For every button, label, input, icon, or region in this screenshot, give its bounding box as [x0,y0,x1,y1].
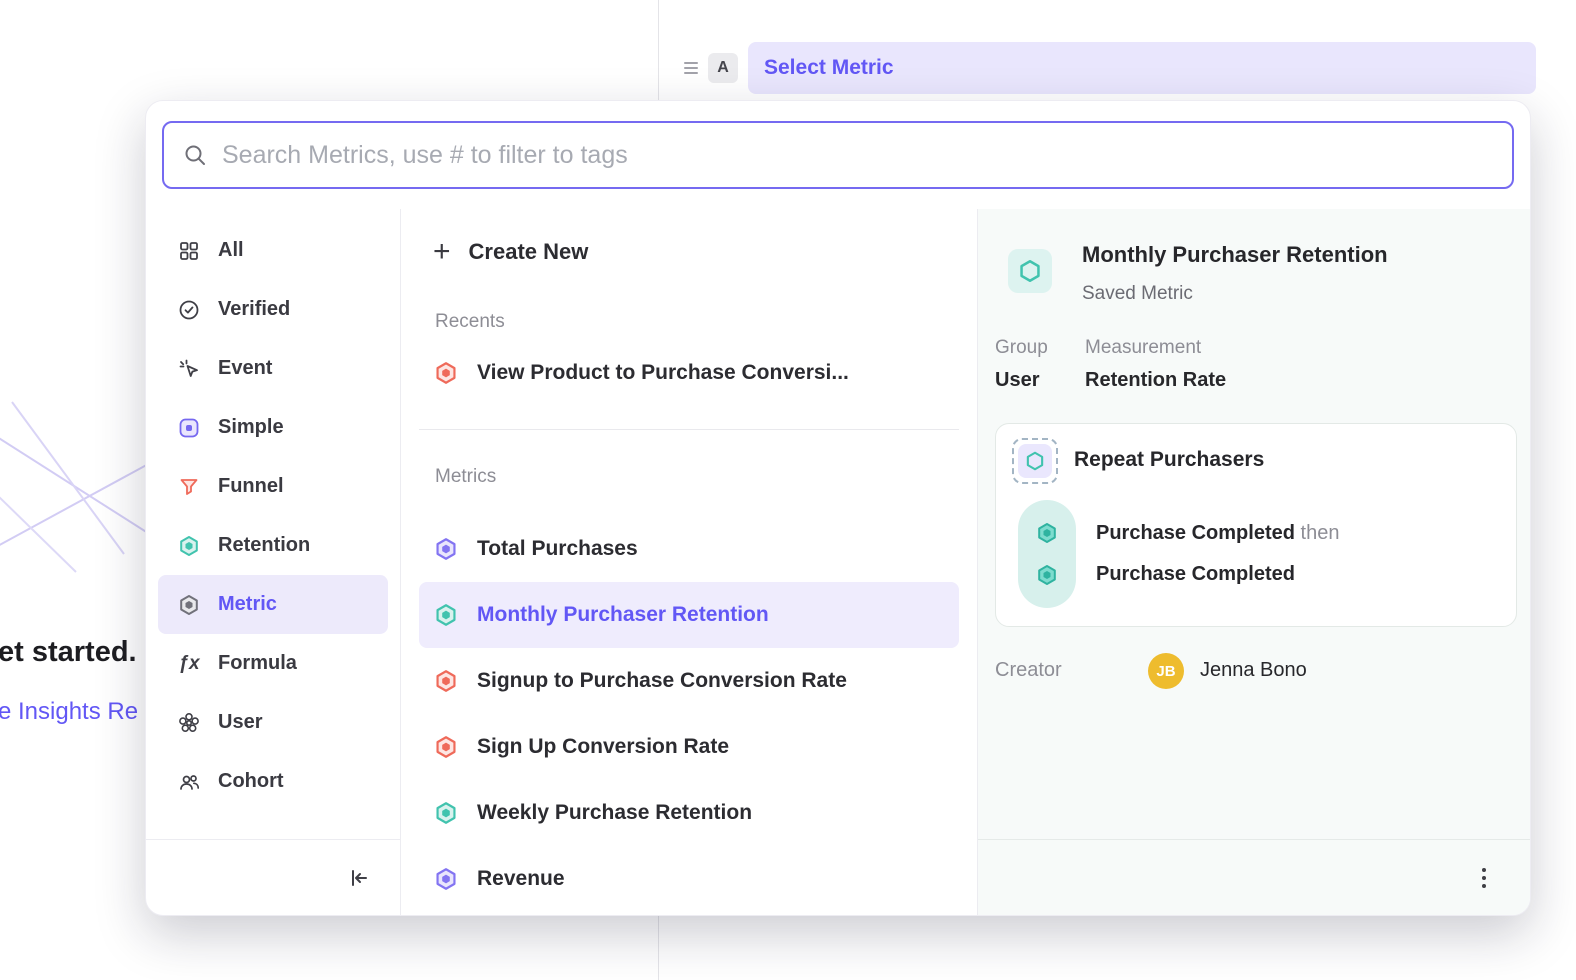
metrics-header: Metrics [435,466,959,488]
metric-rows: Total Purchases Monthly Purchaser Retent… [419,516,959,912]
metric-item-label: Total Purchases [477,537,638,561]
create-new-button[interactable]: + Create New [419,229,959,275]
metric-item[interactable]: Signup to Purchase Conversion Rate [419,648,959,714]
sidebar-footer [146,839,400,915]
retention-definition-icon [1012,438,1058,484]
metric-item-label: Weekly Purchase Retention [477,801,752,825]
select-metric-button[interactable]: Select Metric [748,42,1536,94]
search-input[interactable] [222,141,1494,170]
sidebar-item-metric[interactable]: Metric [158,575,388,634]
metric-item-label: Monthly Purchaser Retention [477,603,769,627]
metric-row-bar: A Select Metric [684,33,1536,103]
sidebar-item-label: Verified [218,298,290,321]
metric-detail-panel: Monthly Purchaser Retention Saved Metric… [977,209,1530,915]
verified-badge-icon [176,297,202,323]
metric-search[interactable] [162,121,1514,189]
funnel-icon [176,474,202,500]
step-hexagon-icon [1035,521,1059,545]
plus-icon: + [433,237,451,267]
metric-item-label: Sign Up Conversion Rate [477,735,729,759]
sidebar-item-funnel[interactable]: Funnel [158,457,388,516]
sidebar-item-label: Formula [218,652,297,675]
sidebar-item-verified[interactable]: Verified [158,280,388,339]
retention-hexagon-icon [176,533,202,559]
definition-card: Repeat Purchasers Purchase Completed the… [995,423,1517,627]
search-icon [182,142,208,168]
metric-hexagon-icon [433,866,459,892]
detail-footer [978,839,1530,915]
recents-header: Recents [435,311,959,333]
sidebar-item-formula[interactable]: ƒx Formula [158,634,388,693]
retention-hexagon-icon [1018,444,1052,478]
retention-steps-pill [1018,500,1076,608]
sidebar-item-all[interactable]: All [158,221,388,280]
group-label: Group [995,337,1048,359]
metric-hexagon-icon [433,734,459,760]
measurement-value: Retention Rate [1085,369,1226,392]
collapse-sidebar-icon[interactable] [346,865,372,891]
metric-item-label: Signup to Purchase Conversion Rate [477,669,847,693]
metric-item-selected[interactable]: Monthly Purchaser Retention [419,582,959,648]
funnel-metric-hexagon-icon [433,360,459,386]
metric-row-badge: A [708,53,738,83]
recent-item[interactable]: View Product to Purchase Conversi... [419,343,959,403]
metric-item[interactable]: Weekly Purchase Retention [419,780,959,846]
create-new-label: Create New [469,239,589,265]
formula-icon: ƒx [176,651,202,677]
more-options-button[interactable] [1476,862,1492,894]
creator-avatar: JB [1148,653,1184,689]
metric-hexagon-icon [433,602,459,628]
sidebar-item-user[interactable]: User [158,693,388,752]
list-divider [419,429,959,430]
metric-item[interactable]: Total Purchases [419,516,959,582]
creator-label: Creator [995,659,1062,682]
simple-metric-icon [176,415,202,441]
sidebar-item-label: Funnel [218,475,284,498]
sidebar-item-label: Metric [218,593,277,616]
sidebar-item-label: Cohort [218,770,284,793]
insights-report-link-fragment[interactable]: e Insights Re [0,698,138,726]
background-heading-fragment: et started. [0,636,137,669]
sidebar-item-event[interactable]: Event [158,339,388,398]
sidebar-item-label: All [218,239,244,262]
sidebar-item-label: Simple [218,416,284,439]
event-cursor-icon [176,356,202,382]
metric-item-label: Revenue [477,867,565,891]
cohort-people-icon [176,769,202,795]
recent-item-label: View Product to Purchase Conversi... [477,361,849,385]
step-hexagon-icon [1035,563,1059,587]
grid-icon [176,238,202,264]
definition-step-1: Purchase Completed then [1096,522,1339,545]
sidebar-item-label: Retention [218,534,310,557]
group-value: User [995,369,1039,392]
select-metric-label: Select Metric [764,56,894,80]
metric-hexagon-icon [433,536,459,562]
metric-item[interactable]: Sign Up Conversion Rate [419,714,959,780]
saved-metric-hexagon-icon [1008,249,1052,293]
definition-step-2: Purchase Completed [1096,563,1295,586]
then-connector: then [1301,522,1340,544]
metric-list-panel: + Create New Recents View Product to Pur… [401,209,977,915]
metric-hexagon-icon [433,668,459,694]
sidebar-item-label: User [218,711,262,734]
creator-name: Jenna Bono [1200,659,1307,682]
measurement-label: Measurement [1085,337,1201,359]
sidebar-item-label: Event [218,357,272,380]
metric-hexagon-icon [433,800,459,826]
definition-title: Repeat Purchasers [1074,448,1264,472]
detail-subtitle: Saved Metric [1082,283,1193,305]
metric-hexagon-icon [176,592,202,618]
sidebar-item-retention[interactable]: Retention [158,516,388,575]
metric-item[interactable]: Revenue [419,846,959,912]
sidebar-item-simple[interactable]: Simple [158,398,388,457]
drag-handle-icon[interactable] [684,62,698,74]
sidebar-item-cohort[interactable]: Cohort [158,752,388,811]
category-sidebar: All Verified Event Simple [146,209,401,915]
user-flower-icon [176,710,202,736]
metric-picker-modal: All Verified Event Simple [145,100,1531,916]
detail-title: Monthly Purchaser Retention [1082,242,1388,268]
